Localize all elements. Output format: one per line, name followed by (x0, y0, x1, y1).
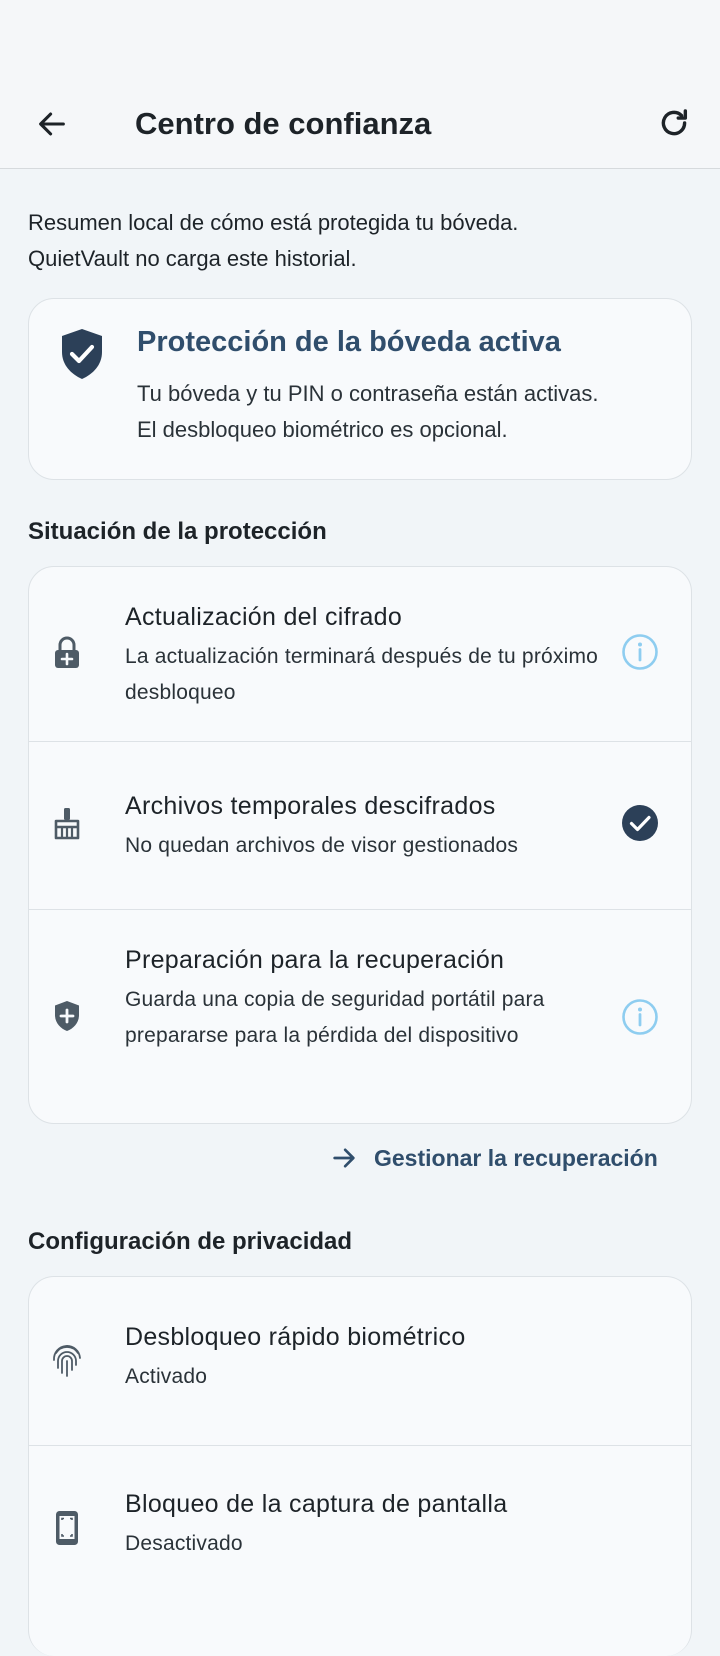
list-item-temp-files[interactable]: Archivos temporales descifrados No queda… (29, 741, 691, 910)
item-title: Bloqueo de la captura de pantalla (125, 1490, 508, 1518)
item-subtitle: Desactivado (125, 1532, 243, 1555)
back-button[interactable] (30, 102, 74, 146)
item-subtitle: Guarda una copia de seguridad portátil p… (125, 988, 545, 1047)
list-item-biometric-unlock[interactable]: Desbloqueo rápido biométrico Activado (29, 1277, 691, 1445)
shield-plus-icon (49, 998, 85, 1034)
privacy-settings-card: Desbloqueo rápido biométrico Activado Bl… (28, 1276, 692, 1656)
check-circle-icon (621, 804, 659, 842)
manage-recovery-label: Gestionar la recuperación (374, 1144, 658, 1171)
broom-icon (49, 806, 85, 842)
hero-line: El desbloqueo biométrico es opcional. (137, 417, 508, 442)
status-bar (0, 0, 720, 84)
vault-protection-card: Protección de la bóveda activa Tu bóveda… (28, 298, 692, 480)
hero-title: Protección de la bóveda activa (137, 326, 561, 358)
privacy-section-title: Configuración de privacidad (28, 1228, 353, 1255)
page-title: Centro de confianza (135, 106, 432, 141)
info-icon[interactable] (621, 633, 659, 671)
info-icon[interactable] (621, 998, 659, 1036)
item-title: Desbloqueo rápido biométrico (125, 1323, 466, 1351)
arrow-left-icon (39, 112, 65, 136)
list-item-screenshot-block[interactable]: Bloqueo de la captura de pantalla Desact… (29, 1445, 691, 1656)
intro-text: Resumen local de cómo está protegida tu … (28, 205, 688, 277)
intro-line: QuietVault no carga este historial. (28, 246, 357, 271)
hero-body: Tu bóveda y tu PIN o contraseña están ac… (137, 376, 677, 448)
refresh-button[interactable] (650, 99, 698, 147)
list-item-recovery-readiness[interactable]: Preparación para la recuperación Guarda … (29, 909, 691, 1123)
arrow-right-icon (330, 1143, 360, 1173)
screenshot-block-icon (49, 1510, 85, 1546)
item-subtitle: No quedan archivos de visor gestionados (125, 834, 519, 857)
item-title: Archivos temporales descifrados (125, 792, 496, 820)
refresh-icon (661, 109, 688, 136)
intro-line: Resumen local de cómo está protegida tu … (28, 210, 519, 235)
protection-status-card: Actualización del cifrado La actualizaci… (28, 566, 692, 1124)
manage-recovery-link[interactable]: Gestionar la recuperación (330, 1138, 658, 1178)
list-item-encryption-update[interactable]: Actualización del cifrado La actualizaci… (29, 567, 691, 741)
item-title: Preparación para la recuperación (125, 946, 505, 974)
app-bar: Centro de confianza (0, 84, 720, 169)
shield-check-icon (62, 329, 102, 379)
item-title: Actualización del cifrado (125, 603, 403, 631)
item-subtitle: Activado (125, 1365, 208, 1388)
hero-line: Tu bóveda y tu PIN o contraseña están ac… (137, 381, 599, 406)
protection-section-title: Situación de la protección (28, 518, 327, 545)
item-subtitle: La actualización terminará después de tu… (125, 645, 599, 704)
fingerprint-icon (49, 1343, 85, 1379)
lock-plus-icon (49, 635, 85, 671)
